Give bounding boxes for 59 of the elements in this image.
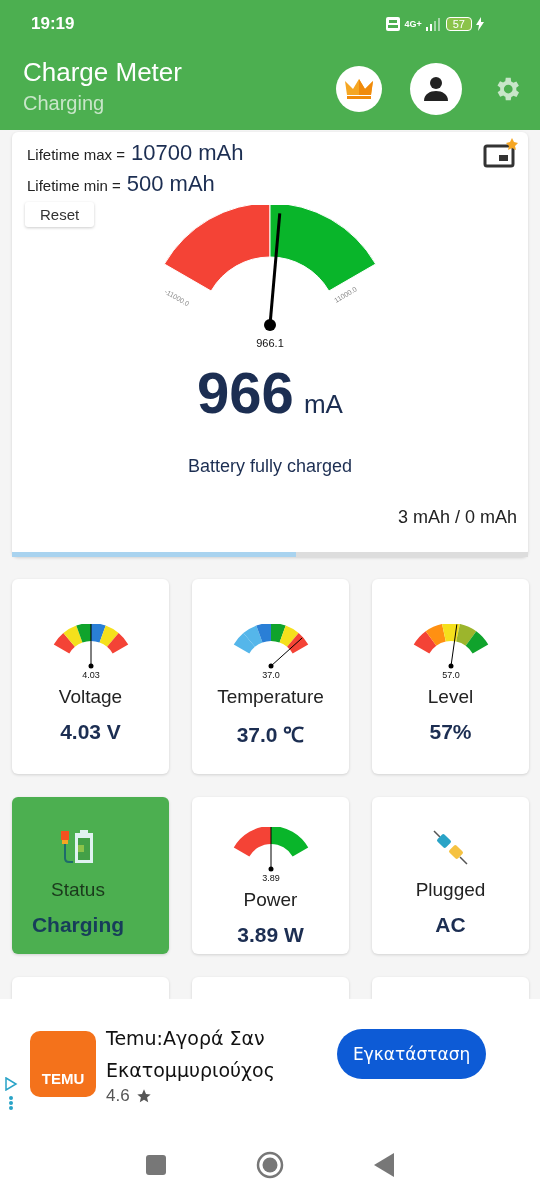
- capacity-text: 3 mAh / 0 mAh: [397, 507, 517, 528]
- battery-indicator: 57: [445, 17, 472, 31]
- volte-icon: [386, 17, 401, 31]
- charge-message: Battery fully charged: [186, 456, 354, 477]
- lifetime-max-value: 10700 mAh: [130, 140, 244, 166]
- gauge-reading: 4.03: [81, 670, 100, 680]
- signal-icon: [425, 17, 442, 31]
- metric-card[interactable]: 57.0 Level 57%: [372, 579, 529, 774]
- clock-time: 19:19: [31, 14, 75, 34]
- ad-title: Temu:Αγορά Σαν Εκατομμυριούχος: [106, 1026, 276, 1083]
- metric-label: Status: [51, 879, 105, 901]
- metric-card[interactable]: 3.89 Power 3.89 W: [192, 797, 349, 954]
- current-unit: mA: [303, 389, 343, 420]
- metric-value: 3.89 W: [237, 923, 304, 947]
- lifetime-max-label: Lifetime max =: [27, 146, 125, 163]
- account-button[interactable]: [410, 63, 462, 115]
- current-value: 966: [197, 359, 294, 426]
- plug-icon: [431, 829, 470, 865]
- gauge-reading: 37.0: [261, 670, 280, 680]
- lifetime-min-value: 500 mAh: [126, 171, 215, 197]
- metric-card[interactable]: Plugged AC: [372, 797, 529, 954]
- pip-icon[interactable]: [482, 136, 518, 170]
- lifetime-min-label: Lifetime min =: [27, 177, 121, 194]
- gauge-needle: [268, 827, 273, 872]
- home-icon[interactable]: [256, 1150, 284, 1179]
- metric-label: Voltage: [58, 686, 123, 708]
- metric-value: 37.0 ℃: [236, 722, 305, 748]
- recents-icon[interactable]: [146, 1154, 166, 1175]
- premium-button[interactable]: [336, 66, 382, 112]
- ad-choices-icon[interactable]: [4, 1077, 18, 1091]
- star-icon: [135, 1088, 152, 1104]
- app-subtitle: Charging: [23, 92, 106, 115]
- gauge-reading: 57.0: [441, 670, 460, 680]
- metric-value: 57%: [429, 720, 472, 744]
- reset-button[interactable]: Reset: [25, 202, 95, 227]
- rating-value: 4.6: [106, 1086, 130, 1106]
- metric-card[interactable]: Status Charging: [12, 797, 169, 954]
- gauge-needle: [268, 637, 303, 669]
- gauge-reading: 966.1: [256, 337, 284, 349]
- metric-card[interactable]: 37.0 Temperature 37.0 ℃: [192, 579, 349, 774]
- bolt-icon: [476, 17, 484, 31]
- metric-label: Plugged: [415, 879, 486, 901]
- gauge-needle: [88, 624, 93, 669]
- metric-value: Charging: [31, 913, 125, 937]
- metric-value: AC: [435, 913, 466, 937]
- app-title: Charge Meter: [23, 57, 183, 88]
- metric-value: 4.03 V: [60, 720, 121, 744]
- more-options-icon[interactable]: [8, 1095, 14, 1111]
- gauge-needle: [448, 624, 457, 669]
- metric-label: Level: [427, 686, 474, 708]
- install-button[interactable]: Εγκατάσταση: [337, 1029, 487, 1079]
- network-label: 4G+: [404, 19, 422, 29]
- gauge-reading: 3.89: [261, 873, 280, 883]
- metric-card[interactable]: 4.03 Voltage 4.03 V: [12, 579, 169, 774]
- metric-label: Temperature: [217, 686, 324, 708]
- app-logo: TEMU: [30, 1031, 96, 1097]
- crown-icon: [344, 78, 374, 100]
- back-icon[interactable]: [374, 1152, 394, 1177]
- metric-label: Power: [243, 889, 298, 911]
